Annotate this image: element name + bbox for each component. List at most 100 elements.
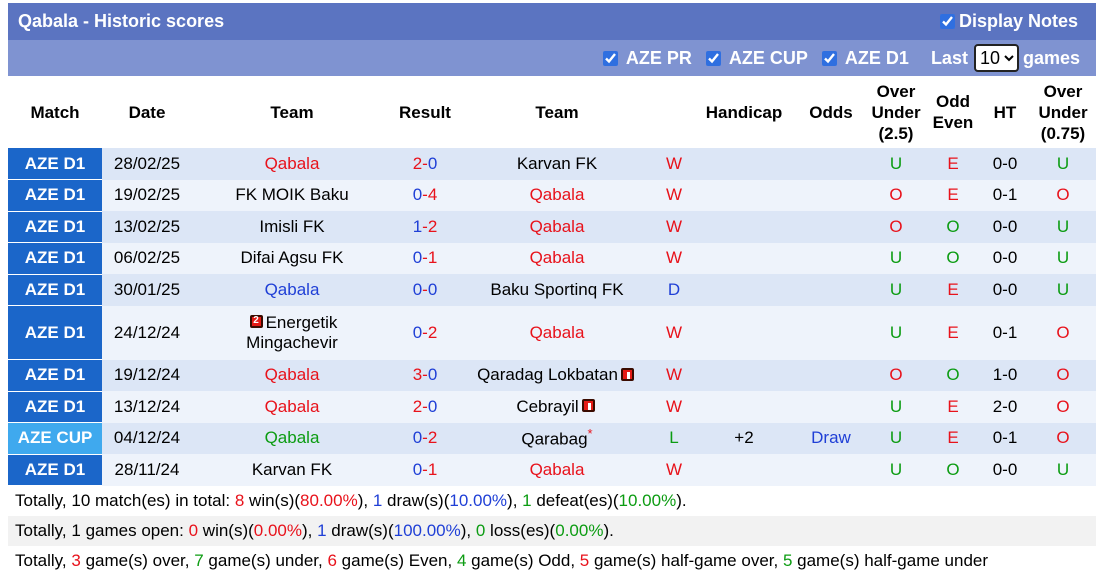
home-team-cell[interactable]: 2 Energetik Mingachevir — [192, 305, 392, 360]
away-team-name[interactable]: Qabala — [530, 323, 585, 342]
home-team-name[interactable]: Qabala — [265, 397, 320, 416]
away-team-name[interactable]: Qabala — [530, 217, 585, 236]
table-row[interactable]: AZE D1 19/02/25 FK MOIK Baku 0-4 Qabala W O E 0-… — [8, 179, 1096, 212]
away-team-cell[interactable]: Qabala — [458, 454, 656, 486]
odd-even-cell: O — [926, 242, 980, 274]
result-cell[interactable]: 0-2 — [392, 305, 458, 360]
match-date: 04/12/24 — [113, 428, 181, 448]
away-team-name[interactable]: Qabala — [530, 460, 585, 479]
table-row[interactable]: AZE D1 28/02/25 Qabala 2-0 Karvan FK W U E 0-0 U — [8, 148, 1096, 180]
away-team-cell[interactable]: Qabala — [458, 242, 656, 274]
filter-aze-cup[interactable]: AZE CUP — [705, 48, 808, 69]
table-row[interactable]: AZE D1 19/12/24 Qabala 3-0 Qaradag Lokbatan W… — [8, 359, 1096, 392]
table-row[interactable]: AZE D1 06/02/25 Difai Agsu FK 0-1 Qabala W U O 0… — [8, 242, 1096, 275]
home-team-name[interactable]: Difai Agsu FK — [241, 248, 344, 267]
away-team-cell[interactable]: Qarabag* — [458, 422, 656, 454]
away-team-name[interactable]: Qabala — [530, 185, 585, 204]
away-team-name[interactable]: Qabala — [530, 248, 585, 267]
table-row[interactable]: AZE D1 24/12/24 2 Energetik Mingachevir 0-2 Qa… — [8, 305, 1096, 360]
display-notes-toggle[interactable]: Display Notes — [939, 11, 1078, 32]
home-team-name[interactable]: Qabala — [265, 428, 320, 447]
home-team-cell[interactable]: Qabala — [192, 422, 392, 454]
home-team-cell[interactable]: FK MOIK Baku — [192, 179, 392, 211]
result-cell[interactable]: 0-1 — [392, 454, 458, 486]
filter-aze-cup-checkbox[interactable] — [705, 50, 721, 66]
table-row[interactable]: AZE D1 28/11/24 Karvan FK 0-1 Qabala W U O 0-0 U — [8, 454, 1096, 486]
home-team-cell[interactable]: Imisli FK — [192, 211, 392, 243]
home-team-cell[interactable]: Qabala — [192, 148, 392, 180]
summary-segment: 80.00% — [300, 491, 358, 510]
last-games-select[interactable]: 10 — [973, 44, 1019, 72]
league-cell[interactable]: AZE D1 — [8, 274, 102, 306]
league-cell[interactable]: AZE D1 — [8, 242, 102, 275]
home-team-name[interactable]: Qabala — [265, 280, 320, 299]
summary-segment: ), — [357, 491, 373, 510]
over-under-half-value: O — [1056, 322, 1070, 342]
over-under-cell: U — [866, 391, 926, 423]
away-team-name[interactable]: Qaradag Lokbatan — [477, 365, 618, 384]
league-label: AZE D1 — [24, 216, 86, 236]
table-row[interactable]: AZE CUP 04/12/24 Qabala 0-2 Qarabag* L +2 Draw U… — [8, 422, 1096, 455]
half-time-score: 0-0 — [992, 279, 1018, 299]
league-cell[interactable]: AZE D1 — [8, 391, 102, 423]
result-cell[interactable]: 3-0 — [392, 359, 458, 391]
result-cell[interactable]: 2-0 — [392, 148, 458, 180]
match-date: 06/02/25 — [113, 248, 181, 268]
handicap-cell: +2 — [692, 422, 796, 454]
home-team-name[interactable]: Imisli FK — [259, 217, 324, 236]
result-cell[interactable]: 0-4 — [392, 179, 458, 211]
away-team-name[interactable]: Qarabag — [521, 430, 587, 449]
ht-cell: 0-0 — [980, 242, 1030, 274]
result-cell[interactable]: 0-0 — [392, 274, 458, 306]
summary-segment: 3 — [71, 551, 81, 570]
table-row[interactable]: AZE D1 30/01/25 Qabala 0-0 Baku Sportinq FK D… — [8, 274, 1096, 306]
filter-aze-pr-checkbox[interactable] — [602, 50, 618, 66]
away-team-cell[interactable]: Karvan FK — [458, 148, 656, 180]
league-cell[interactable]: AZE D1 — [8, 305, 102, 360]
summary-segment: 0.00% — [555, 521, 604, 540]
outcome-cell: W — [656, 391, 692, 423]
away-team-cell[interactable]: Qaradag Lokbatan — [458, 359, 656, 391]
home-score: 0 — [412, 459, 423, 479]
result-cell[interactable]: 2-0 — [392, 391, 458, 423]
home-team-cell[interactable]: Difai Agsu FK — [192, 242, 392, 274]
home-team-cell[interactable]: Qabala — [192, 359, 392, 391]
summary-segment: defeat(es)( — [531, 491, 619, 510]
home-team-name[interactable]: Karvan FK — [252, 460, 332, 479]
home-team-cell[interactable]: Qabala — [192, 274, 392, 306]
ht-cell: 0-0 — [980, 274, 1030, 306]
result-cell[interactable]: 1-2 — [392, 211, 458, 243]
display-notes-checkbox[interactable] — [939, 14, 955, 29]
table-row[interactable]: AZE D1 13/12/24 Qabala 2-0 Cebrayil W U E 2-0 O — [8, 391, 1096, 423]
home-team-name[interactable]: Qabala — [265, 154, 320, 173]
league-cell[interactable]: AZE D1 — [8, 211, 102, 243]
result-cell[interactable]: 0-1 — [392, 242, 458, 274]
home-team-name[interactable]: Qabala — [265, 365, 320, 384]
away-team-cell[interactable]: Qabala — [458, 305, 656, 360]
away-team-name[interactable]: Cebrayil — [516, 397, 578, 416]
home-team-name[interactable]: FK MOIK Baku — [235, 185, 348, 204]
away-team-cell[interactable]: Qabala — [458, 211, 656, 243]
filter-aze-d1[interactable]: AZE D1 — [821, 48, 909, 69]
result-cell[interactable]: 0-2 — [392, 422, 458, 454]
away-team-name[interactable]: Karvan FK — [517, 154, 597, 173]
away-team-cell[interactable]: Qabala — [458, 179, 656, 211]
league-cell[interactable]: AZE D1 — [8, 359, 102, 392]
away-team-cell[interactable]: Baku Sportinq FK — [458, 274, 656, 306]
away-team-cell[interactable]: Cebrayil — [458, 391, 656, 423]
summary-segment: ). — [676, 491, 687, 510]
home-score: 0 — [412, 279, 423, 299]
summary-segment: Totally, — [15, 551, 72, 570]
card-icon — [620, 367, 634, 381]
col-home-team-header: Team — [192, 76, 392, 148]
league-cell[interactable]: AZE D1 — [8, 179, 102, 212]
league-cell[interactable]: AZE D1 — [8, 148, 102, 180]
home-team-cell[interactable]: Qabala — [192, 391, 392, 423]
filter-aze-d1-checkbox[interactable] — [821, 50, 837, 66]
away-team-name[interactable]: Baku Sportinq FK — [490, 280, 623, 299]
filter-aze-pr[interactable]: AZE PR — [602, 48, 692, 69]
home-team-cell[interactable]: Karvan FK — [192, 454, 392, 486]
league-cell[interactable]: AZE D1 — [8, 454, 102, 486]
table-row[interactable]: AZE D1 13/02/25 Imisli FK 1-2 Qabala W O O 0-0 U — [8, 211, 1096, 243]
league-cell[interactable]: AZE CUP — [8, 422, 102, 455]
